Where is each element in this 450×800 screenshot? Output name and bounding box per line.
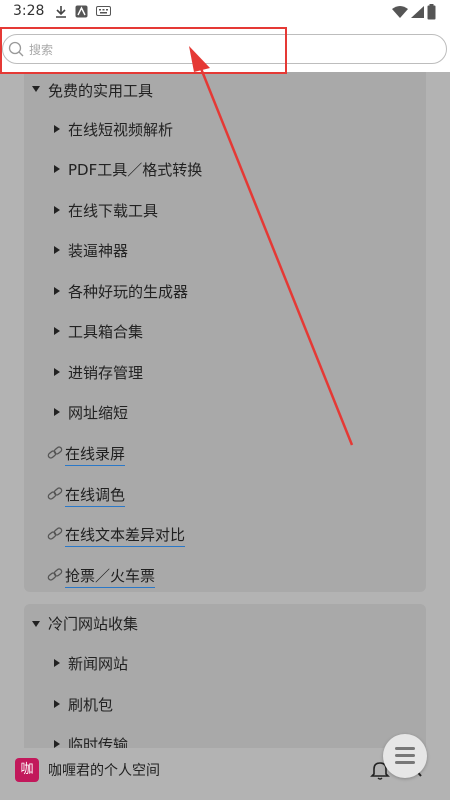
annotation-arrow	[189, 46, 354, 446]
